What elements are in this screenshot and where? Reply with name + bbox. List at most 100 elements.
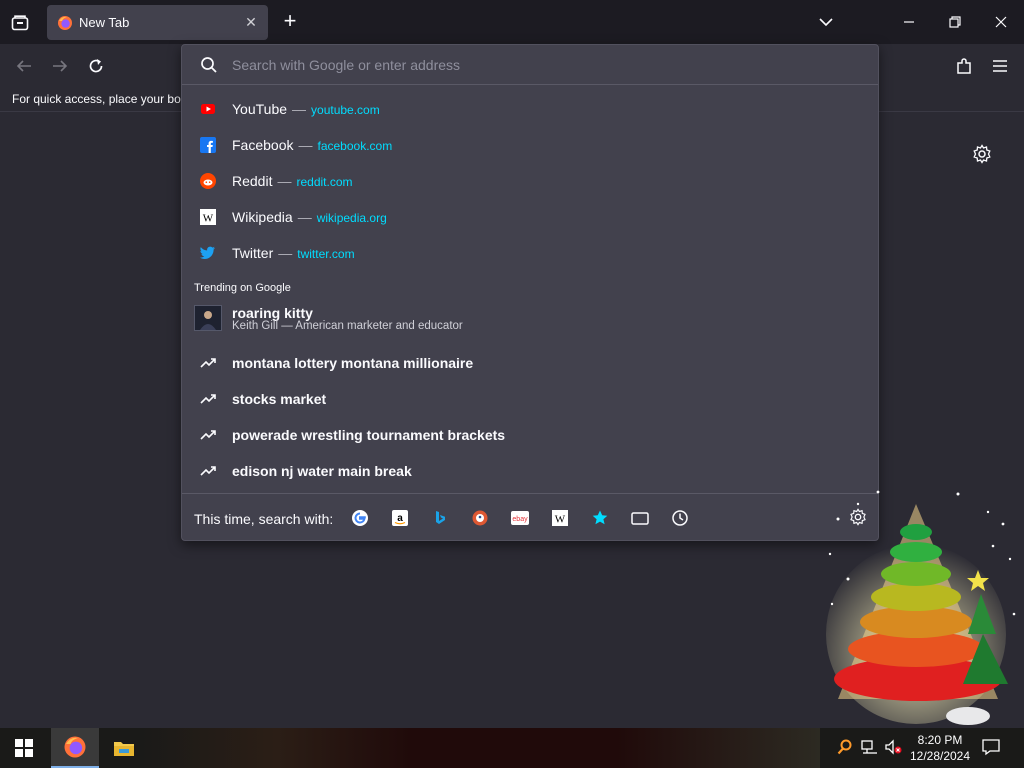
clock[interactable]: 8:20 PM 12/28/2024 bbox=[908, 732, 972, 764]
taskbar-file-explorer[interactable] bbox=[100, 728, 148, 768]
site-name: YouTube bbox=[232, 101, 288, 117]
svg-text:ebay: ebay bbox=[512, 516, 528, 523]
tab-new-tab[interactable]: New Tab ✕ bbox=[47, 5, 268, 40]
clock-time: 8:20 PM bbox=[917, 733, 963, 747]
minimize-icon bbox=[904, 21, 914, 23]
trend-text: powerade wrestling tournament brackets bbox=[232, 427, 506, 443]
separator: — bbox=[277, 173, 292, 189]
close-window-button[interactable] bbox=[989, 12, 1013, 32]
christmas-tree-decoration bbox=[826, 490, 1016, 725]
taskbar-firefox[interactable] bbox=[51, 728, 99, 768]
trend-text: stocks market bbox=[232, 391, 327, 407]
trend-subtitle: Keith Gill — American marketer and educa… bbox=[232, 320, 463, 332]
firefox-icon bbox=[64, 736, 86, 758]
list-all-tabs-button[interactable] bbox=[814, 12, 838, 32]
one-off-search-buttons: This time, search with: a ebay W bbox=[182, 493, 878, 541]
suggestion-trending-rich[interactable]: roaring kitty Keith Gill — American mark… bbox=[182, 297, 878, 339]
folder-icon bbox=[114, 742, 134, 756]
google-icon[interactable] bbox=[350, 508, 370, 528]
site-name: Facebook bbox=[232, 137, 294, 153]
trending-arrow-icon bbox=[200, 463, 216, 479]
search-tray-icon[interactable] bbox=[836, 738, 854, 756]
wikipedia-icon[interactable]: W bbox=[550, 508, 570, 528]
site-name: Twitter bbox=[232, 245, 274, 261]
reload-icon bbox=[89, 59, 103, 73]
volume-muted-icon[interactable] bbox=[885, 738, 903, 756]
trending-arrow-icon bbox=[200, 391, 216, 407]
site-url: reddit.com bbox=[296, 175, 353, 189]
reload-button[interactable] bbox=[83, 53, 109, 79]
tabs-icon[interactable] bbox=[630, 508, 650, 528]
suggestion-wikipedia[interactable]: W Wikipedia — wikipedia.org bbox=[182, 199, 878, 235]
suggestion-reddit[interactable]: Reddit — reddit.com bbox=[182, 163, 878, 199]
restore-button[interactable] bbox=[943, 12, 967, 32]
trend-text: edison nj water main break bbox=[232, 463, 412, 479]
close-tab-button[interactable]: ✕ bbox=[240, 12, 262, 34]
back-button[interactable] bbox=[11, 53, 37, 79]
start-button[interactable] bbox=[0, 728, 48, 768]
firefox-view-button[interactable] bbox=[6, 9, 34, 37]
minimize-button[interactable] bbox=[897, 12, 921, 32]
svg-text:W: W bbox=[555, 514, 566, 526]
ebay-icon[interactable]: ebay bbox=[510, 508, 530, 528]
new-tab-settings-button[interactable] bbox=[972, 144, 994, 166]
windows-logo-icon bbox=[15, 739, 33, 757]
trend-thumbnail bbox=[194, 305, 222, 331]
firefox-view-icon bbox=[11, 15, 29, 31]
amazon-icon[interactable]: a bbox=[390, 508, 410, 528]
suggestion-trending[interactable]: powerade wrestling tournament brackets bbox=[182, 417, 878, 453]
windows-taskbar: 8:20 PM 12/28/2024 bbox=[0, 728, 1024, 768]
close-icon bbox=[995, 16, 1007, 28]
site-name: Wikipedia bbox=[232, 209, 293, 225]
bing-icon[interactable] bbox=[430, 508, 450, 528]
trend-text: montana lottery montana millionaire bbox=[232, 355, 474, 371]
desktop-wallpaper-strip bbox=[140, 728, 820, 768]
wikipedia-icon: W bbox=[200, 209, 216, 225]
address-input[interactable] bbox=[232, 56, 832, 73]
network-icon[interactable] bbox=[861, 738, 879, 756]
youtube-icon bbox=[200, 101, 216, 117]
bookmarks-star-icon[interactable] bbox=[590, 508, 610, 528]
reddit-icon bbox=[200, 173, 216, 189]
trend-title: roaring kitty bbox=[232, 305, 313, 321]
suggestion-trending[interactable]: edison nj water main break bbox=[182, 453, 878, 489]
tab-strip: New Tab ✕ + bbox=[0, 0, 1024, 44]
hamburger-menu-icon bbox=[993, 60, 1007, 72]
trending-arrow-icon bbox=[200, 427, 216, 443]
person-thumbnail-icon bbox=[200, 311, 216, 330]
site-url: wikipedia.org bbox=[316, 211, 387, 225]
puzzle-piece-icon bbox=[957, 58, 971, 74]
site-url: youtube.com bbox=[311, 103, 380, 117]
forward-button[interactable] bbox=[47, 53, 73, 79]
back-arrow-icon bbox=[16, 60, 31, 72]
extensions-button[interactable] bbox=[951, 53, 977, 79]
search-icon bbox=[201, 56, 217, 73]
svg-text:a: a bbox=[397, 513, 403, 524]
separator: — bbox=[298, 137, 313, 153]
suggestion-trending[interactable]: stocks market bbox=[182, 381, 878, 417]
facebook-icon bbox=[200, 137, 216, 153]
gear-icon bbox=[973, 144, 991, 164]
separator: — bbox=[278, 245, 293, 261]
separator: — bbox=[292, 101, 307, 117]
suggestion-facebook[interactable]: Facebook — facebook.com bbox=[182, 127, 878, 163]
trending-group-label: Trending on Google bbox=[194, 282, 291, 294]
address-bar-dropdown: YouTube—youtube.com Facebook—facebook.co… bbox=[181, 44, 879, 541]
suggestion-youtube[interactable]: YouTube — youtube.com bbox=[182, 91, 878, 127]
one-off-label: This time, search with: bbox=[194, 511, 334, 527]
clock-date: 12/28/2024 bbox=[909, 749, 971, 763]
twitter-icon bbox=[200, 245, 216, 261]
site-url: twitter.com bbox=[297, 247, 355, 261]
notification-icon bbox=[982, 739, 1000, 756]
restore-icon bbox=[949, 16, 961, 28]
app-menu-button[interactable] bbox=[987, 53, 1013, 79]
history-icon[interactable] bbox=[670, 508, 690, 528]
duckduckgo-icon[interactable] bbox=[470, 508, 490, 528]
site-name: Reddit bbox=[232, 173, 273, 189]
action-center-button[interactable] bbox=[982, 738, 1000, 756]
chevron-down-icon bbox=[819, 18, 833, 27]
new-tab-button[interactable]: + bbox=[278, 10, 302, 34]
suggestion-twitter[interactable]: Twitter — twitter.com bbox=[182, 235, 878, 271]
address-bar bbox=[182, 45, 878, 85]
suggestion-trending[interactable]: montana lottery montana millionaire bbox=[182, 345, 878, 381]
